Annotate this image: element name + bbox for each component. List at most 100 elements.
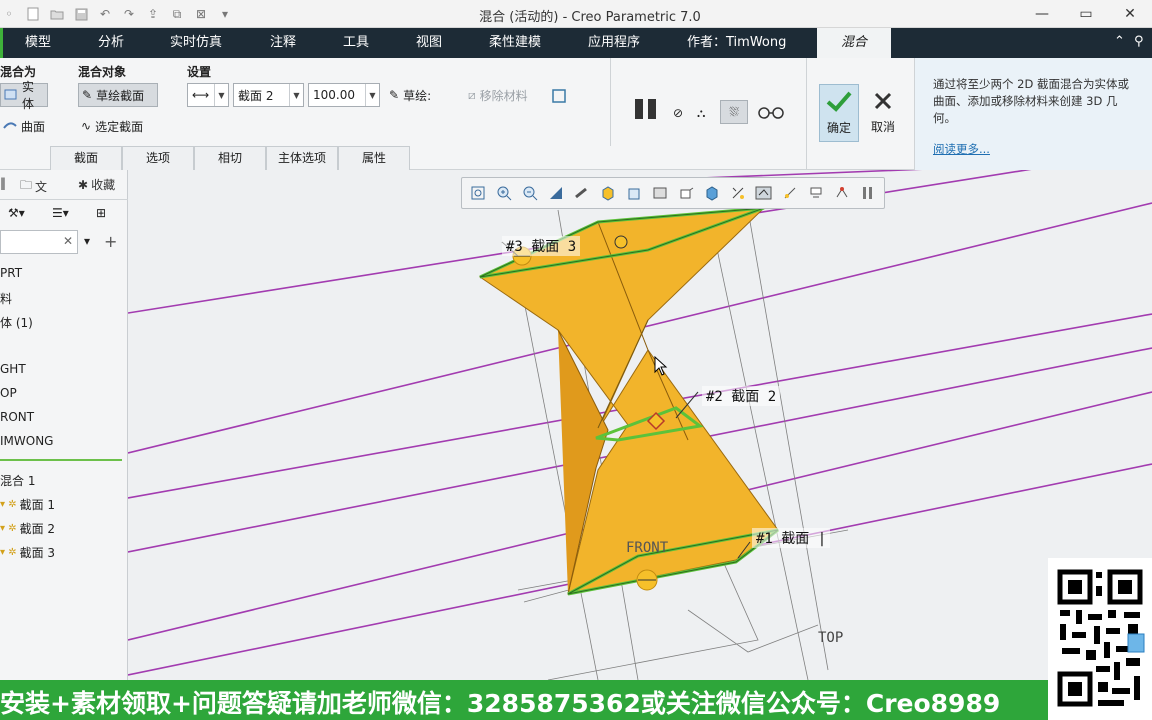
- zoom-out-icon[interactable]: [518, 181, 542, 205]
- tab-flexible-modeling[interactable]: 柔性建模: [489, 28, 541, 58]
- graphics-viewport[interactable]: #3 截面 3 #2 截面 2 #1 截面 | FRONT TOP: [128, 170, 1152, 680]
- insert-indicator: [0, 459, 122, 461]
- section-dropdown[interactable]: 截面 2 ▼: [233, 83, 304, 107]
- filter-grid-icon: ⊞: [96, 206, 107, 220]
- customize-qat-icon[interactable]: ▾: [216, 5, 234, 23]
- tree-item-section-1[interactable]: ▾ ✲ 截面 1: [0, 496, 55, 513]
- offset-distance-icon: ⟷: [192, 88, 210, 102]
- no-preview-button[interactable]: ⊘: [670, 101, 686, 125]
- tree-item-top[interactable]: OP: [0, 386, 17, 400]
- window-controls: — ▭ ✕: [1020, 0, 1152, 28]
- collapse-ribbon-icon[interactable]: ⌃: [1114, 34, 1125, 49]
- tree-item-bodies[interactable]: 体 (1): [0, 314, 33, 331]
- perspective-icon[interactable]: [674, 181, 698, 205]
- new-file-icon[interactable]: [24, 5, 42, 23]
- regenerate-icon[interactable]: ⇪: [144, 5, 162, 23]
- redo-icon[interactable]: ↷: [120, 5, 138, 23]
- constraints-display-icon[interactable]: [804, 181, 828, 205]
- minimize-button[interactable]: —: [1020, 0, 1064, 28]
- undo-icon[interactable]: ↶: [96, 5, 114, 23]
- tab-favorites[interactable]: ✱ 收藏: [78, 176, 115, 193]
- clear-icon[interactable]: ✕: [63, 234, 73, 248]
- preview-geometry-button[interactable]: ⛬: [694, 101, 708, 125]
- ok-button[interactable]: 确定: [819, 84, 859, 142]
- subtab-tangency[interactable]: 相切: [194, 146, 266, 170]
- tab-annotate[interactable]: 注释: [270, 28, 296, 58]
- display-style-icon[interactable]: [700, 181, 724, 205]
- pause-button[interactable]: [630, 98, 662, 122]
- section-2-label[interactable]: #2 截面 2: [702, 386, 781, 406]
- tab-blend[interactable]: 混合: [817, 28, 891, 58]
- annotation-display-icon[interactable]: [752, 181, 776, 205]
- sketch-section-button[interactable]: ✎ 草绘截面: [78, 83, 158, 107]
- subtab-body-options[interactable]: 主体选项: [266, 146, 338, 170]
- tab-applications[interactable]: 应用程序: [588, 28, 640, 58]
- selected-section-button[interactable]: ∿ 选定截面: [78, 114, 146, 138]
- close-window-icon[interactable]: ⊠: [192, 5, 210, 23]
- settings-group-label: 设置: [187, 65, 212, 79]
- save-icon[interactable]: [72, 5, 90, 23]
- pause-icon[interactable]: [856, 181, 880, 205]
- saved-views-icon[interactable]: [622, 181, 646, 205]
- search-dropdown-button[interactable]: ▾: [84, 234, 90, 248]
- vertex-display-icon[interactable]: [830, 181, 854, 205]
- sketch-button[interactable]: ✎ 草绘:: [386, 83, 434, 107]
- tab-view[interactable]: 视图: [416, 28, 442, 58]
- glasses-preview-button[interactable]: [754, 101, 788, 125]
- tree-columns-button[interactable]: ☰▾: [52, 206, 69, 220]
- section-3-label[interactable]: #3 截面 3: [502, 236, 581, 256]
- surface-button[interactable]: 曲面: [0, 114, 48, 138]
- close-button[interactable]: ✕: [1108, 0, 1152, 28]
- tree-item-section-2[interactable]: ▾ ✲ 截面 2: [0, 520, 55, 537]
- repaint-icon[interactable]: [544, 181, 568, 205]
- tab-model[interactable]: 模型: [25, 28, 51, 58]
- saved-orientations-icon[interactable]: [596, 181, 620, 205]
- tree-item-material[interactable]: 料: [0, 290, 12, 307]
- tree-item-right[interactable]: GHT: [0, 362, 26, 376]
- read-more-link[interactable]: 阅读更多...: [933, 141, 1140, 158]
- curve-icon: ∿: [81, 119, 92, 133]
- thicken-button[interactable]: [548, 85, 570, 109]
- offset-type-dropdown[interactable]: ⟷ ▼: [187, 83, 229, 107]
- app-menu-icon[interactable]: ◦: [0, 5, 18, 23]
- subtab-options[interactable]: 选项: [122, 146, 194, 170]
- tree-settings-button[interactable]: ⚒▾: [8, 206, 25, 220]
- section-1-label[interactable]: #1 截面 |: [752, 528, 831, 548]
- settings-tools-icon: ⚒▾: [8, 206, 25, 220]
- panel-tabs: ‖ 🗀 文 ✱ 收藏: [0, 170, 128, 200]
- sketch-display-icon[interactable]: [778, 181, 802, 205]
- view-manager-icon[interactable]: [648, 181, 672, 205]
- tab-tools[interactable]: 工具: [343, 28, 369, 58]
- tab-model-tree[interactable]: ‖: [0, 176, 6, 190]
- tree-search-input[interactable]: ✕: [0, 230, 78, 254]
- cancel-button[interactable]: 取消: [863, 84, 903, 142]
- subtab-sections[interactable]: 截面: [50, 146, 122, 170]
- solid-button[interactable]: 实体: [0, 80, 48, 111]
- refit-icon[interactable]: [466, 181, 490, 205]
- windows-icon[interactable]: ⧉: [168, 5, 186, 23]
- zoom-in-icon[interactable]: [492, 181, 516, 205]
- no-preview-icon: ⊘: [673, 106, 684, 120]
- offset-value-input[interactable]: 100.00 ▼: [308, 83, 380, 107]
- folder-icon: 🗀: [20, 178, 33, 192]
- open-file-icon[interactable]: [48, 5, 66, 23]
- datum-display-icon[interactable]: [726, 181, 750, 205]
- verify-mode-button[interactable]: ⛆: [720, 100, 748, 124]
- remove-material-button[interactable]: ⧄ 移除材料: [465, 83, 531, 107]
- add-filter-button[interactable]: +: [104, 232, 117, 251]
- surface-icon: [3, 118, 17, 135]
- tab-live-simulation[interactable]: 实时仿真: [170, 28, 222, 58]
- tree-item-part[interactable]: PRT: [0, 266, 22, 280]
- tree-item-csys[interactable]: IMWONG: [0, 434, 53, 448]
- maximize-button[interactable]: ▭: [1064, 0, 1108, 28]
- subtab-properties[interactable]: 属性: [338, 146, 410, 170]
- tree-item-section-3[interactable]: ▾ ✲ 截面 3: [0, 544, 55, 561]
- tree-item-blend[interactable]: 混合 1: [0, 472, 35, 489]
- tab-author[interactable]: 作者：TimWong: [687, 28, 786, 58]
- user-icon[interactable]: ⚲: [1134, 34, 1144, 49]
- tab-analysis[interactable]: 分析: [98, 28, 124, 58]
- tree-filter-button[interactable]: ⊞: [96, 206, 106, 220]
- spin-center-icon[interactable]: [570, 181, 594, 205]
- tab-folder-browser[interactable]: 🗀 文: [20, 176, 47, 197]
- tree-item-front[interactable]: RONT: [0, 410, 34, 424]
